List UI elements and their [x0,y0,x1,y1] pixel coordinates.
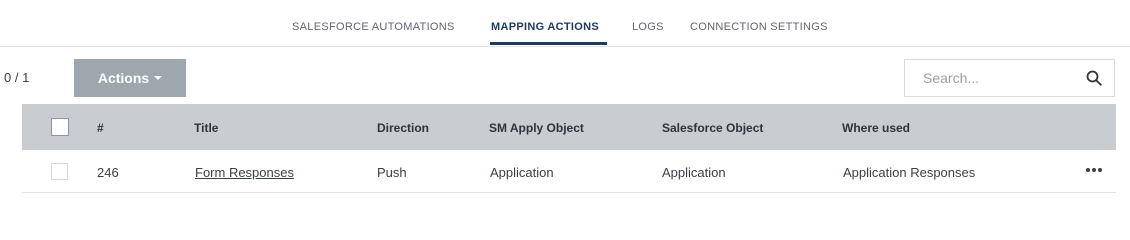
header-sm-apply-object: SM Apply Object [489,121,584,135]
header-id: # [97,121,104,135]
row-salesforce-object: Application [662,165,726,180]
header-title: Title [194,121,219,135]
caret-down-icon [154,76,163,80]
header-direction: Direction [377,121,430,135]
select-all-checkbox[interactable] [51,118,69,136]
mapping-actions-page: SALESFORCE AUTOMATIONS MAPPING ACTIONS L… [0,0,1130,221]
row-id: 246 [97,165,119,180]
active-tab-indicator [490,42,607,45]
more-horizontal-icon[interactable] [1086,168,1102,174]
table-row: 246 Form Responses Push Application Appl… [22,150,1116,193]
actions-label: Actions [97,70,150,86]
tab-connection-settings[interactable]: CONNECTION SETTINGS [690,21,828,33]
selection-count: 0 / 1 [4,70,30,85]
tab-logs[interactable]: LOGS [632,21,664,33]
tab-bar: SALESFORCE AUTOMATIONS MAPPING ACTIONS L… [0,0,1130,47]
header-salesforce-object: Salesforce Object [662,121,764,135]
mapping-actions-table: # Title Direction SM Apply Object Salesf… [22,104,1116,193]
tab-mapping-actions[interactable]: MAPPING ACTIONS [491,21,599,33]
search-box [904,59,1115,97]
tab-salesforce-automations[interactable]: SALESFORCE AUTOMATIONS [292,21,455,33]
table-header-row: # Title Direction SM Apply Object Salesf… [22,104,1116,150]
search-icon[interactable] [1086,70,1102,86]
search-input[interactable] [921,69,1085,87]
actions-dropdown-button[interactable]: Actions [74,59,186,97]
row-where-used: Application Responses [843,165,976,180]
row-direction: Push [377,165,407,180]
row-title-link[interactable]: Form Responses [195,165,294,180]
header-where-used: Where used [842,121,911,135]
row-sm-apply-object: Application [490,165,554,180]
row-checkbox[interactable] [51,163,68,180]
